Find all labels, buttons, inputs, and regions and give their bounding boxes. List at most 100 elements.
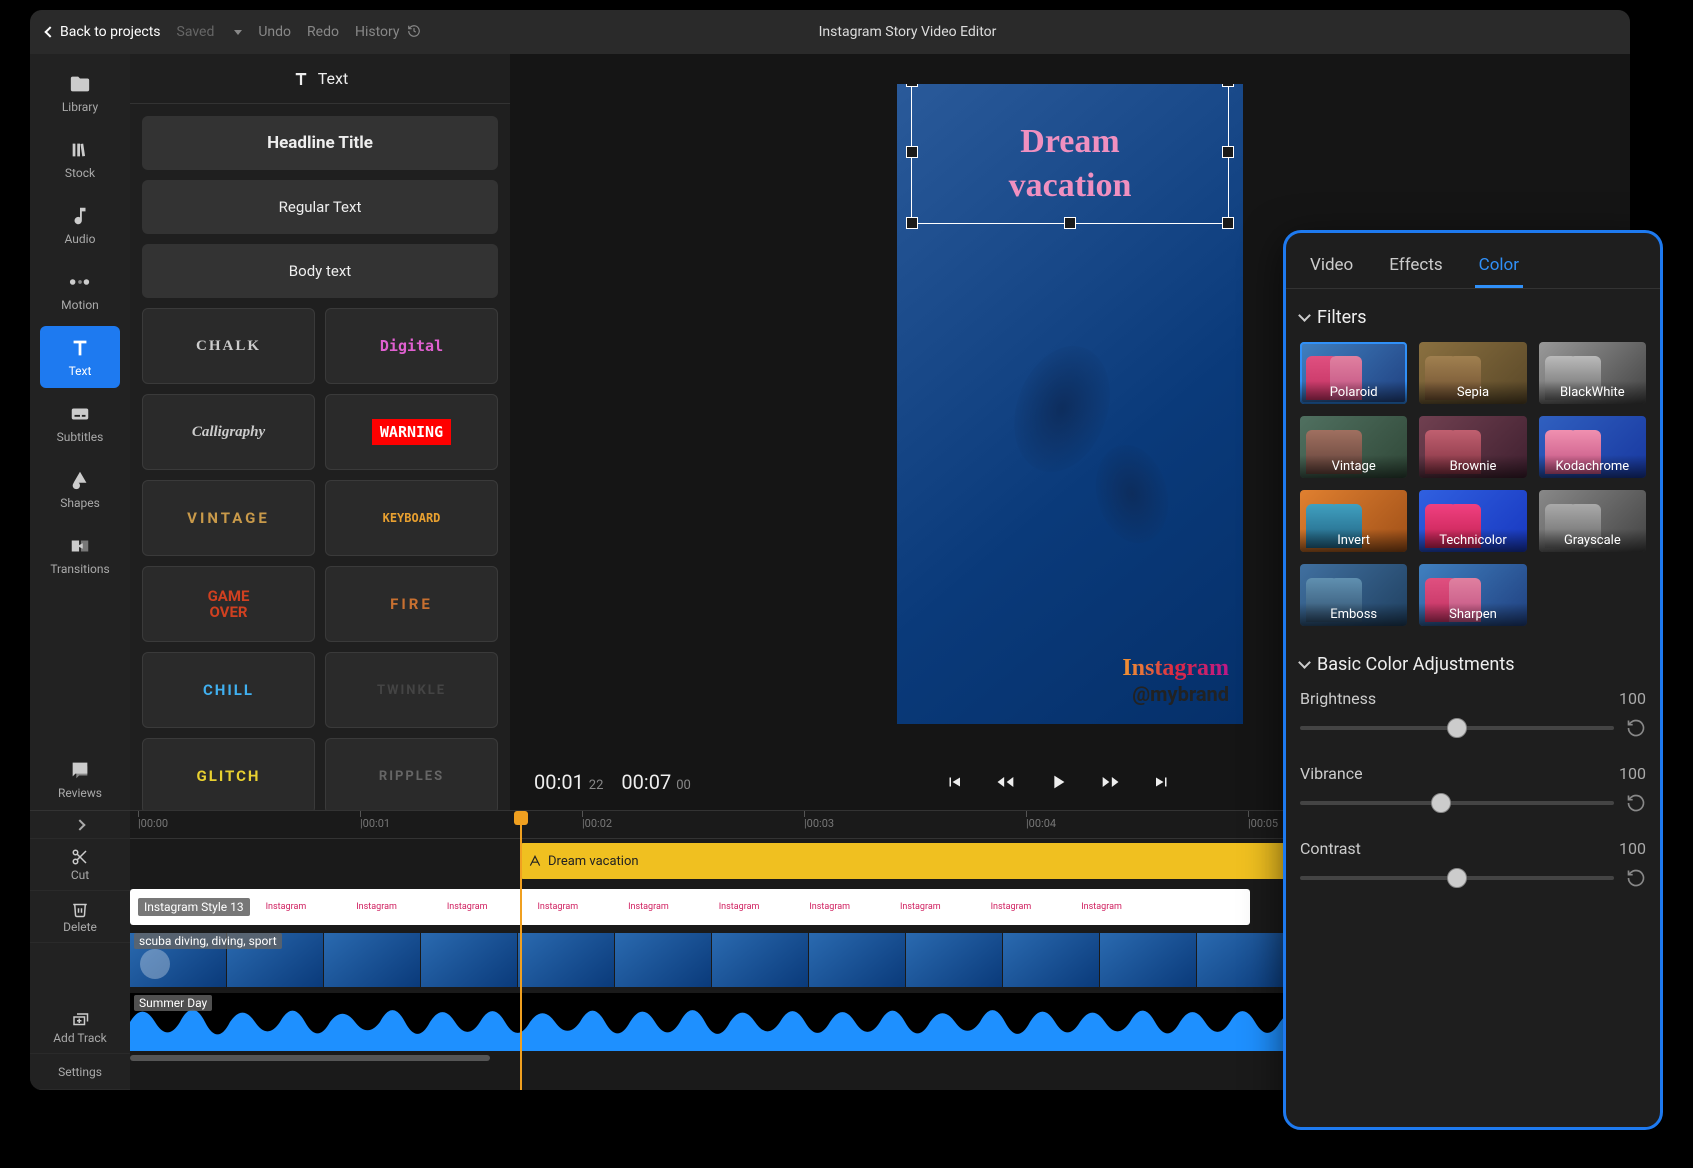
reset-icon[interactable]: [1626, 718, 1646, 738]
brightness-slider[interactable]: [1300, 726, 1614, 730]
resize-handle-tl[interactable]: [906, 84, 918, 87]
play-button[interactable]: [1047, 771, 1069, 793]
app-title: Instagram Story Video Editor: [437, 24, 1378, 40]
text-style-keyboard[interactable]: KEYBOARD: [325, 480, 498, 556]
contrast-slider[interactable]: [1300, 876, 1614, 880]
scrollbar-thumb[interactable]: [130, 1055, 490, 1061]
cut-button[interactable]: Cut: [30, 839, 130, 891]
text-style-gameover[interactable]: GAMEOVER: [142, 566, 315, 642]
playhead[interactable]: [520, 811, 522, 1090]
text-style-glitch[interactable]: GLITCH: [142, 738, 315, 810]
adjustments-title: Basic Color Adjustments: [1317, 654, 1515, 675]
ruler-tick: |00:02: [582, 817, 612, 830]
filter-kodachrome[interactable]: Kodachrome: [1539, 416, 1646, 478]
regular-text-button[interactable]: Regular Text: [142, 180, 498, 234]
rail-stock-label: Stock: [65, 166, 95, 180]
music-note-icon: [68, 204, 92, 228]
ruler-tick: |00:01: [360, 817, 390, 830]
slider-thumb[interactable]: [1431, 793, 1451, 813]
reset-icon[interactable]: [1626, 793, 1646, 813]
tab-effects[interactable]: Effects: [1385, 245, 1446, 288]
timeline-collapse-button[interactable]: [30, 811, 130, 839]
delete-button[interactable]: Delete: [30, 891, 130, 943]
vibrance-slider[interactable]: [1300, 801, 1614, 805]
back-to-projects-link[interactable]: Back to projects: [46, 24, 161, 40]
resize-handle-mr[interactable]: [1222, 146, 1234, 158]
filter-sepia[interactable]: Sepia: [1419, 342, 1526, 404]
filter-vintage[interactable]: Vintage: [1300, 416, 1407, 478]
text-style-warning[interactable]: WARNING: [325, 394, 498, 470]
selection-box[interactable]: [911, 84, 1229, 224]
add-track-button[interactable]: Add Track: [30, 1002, 130, 1054]
rail-text[interactable]: Text: [40, 326, 120, 388]
rail-transitions[interactable]: Transitions: [40, 524, 120, 586]
skip-end-button[interactable]: [1153, 773, 1171, 791]
plus-layers-icon: [71, 1011, 89, 1029]
undo-button[interactable]: Undo: [258, 24, 291, 40]
filter-polaroid[interactable]: Polaroid: [1300, 342, 1407, 404]
forward-button[interactable]: [1101, 772, 1121, 792]
filters-section-header[interactable]: Filters: [1300, 307, 1646, 328]
brightness-value: 100: [1619, 689, 1646, 708]
rail-reviews[interactable]: Reviews: [40, 748, 120, 810]
resize-handle-mb[interactable]: [1064, 217, 1076, 229]
video-clip[interactable]: [130, 933, 1294, 987]
rail-subtitles[interactable]: Subtitles: [40, 392, 120, 454]
resize-handle-br[interactable]: [1222, 217, 1234, 229]
history-button[interactable]: History: [355, 24, 421, 40]
text-style-calligraphy[interactable]: Calligraphy: [142, 394, 315, 470]
style-clip[interactable]: Instagram Style 13 InstagramInstagramIns…: [130, 889, 1250, 925]
filter-blackwhite[interactable]: BlackWhite: [1539, 342, 1646, 404]
adjustments-section-header[interactable]: Basic Color Adjustments: [1300, 654, 1646, 675]
tab-video[interactable]: Video: [1306, 245, 1357, 288]
rail-stock[interactable]: Stock: [40, 128, 120, 190]
filter-sharpen[interactable]: Sharpen: [1419, 564, 1526, 626]
text-style-fire[interactable]: FIRE: [325, 566, 498, 642]
text-panel-body[interactable]: Headline Title Regular Text Body text CH…: [130, 104, 510, 810]
filter-grayscale[interactable]: Grayscale: [1539, 490, 1646, 552]
rewind-button[interactable]: [995, 772, 1015, 792]
preview-video[interactable]: Dream vacation Instagram: [897, 84, 1243, 724]
redo-button[interactable]: Redo: [307, 24, 339, 40]
skip-start-button[interactable]: [945, 773, 963, 791]
scissors-icon: [71, 848, 89, 866]
timeline-tools: Cut Delete Add Track Settings: [30, 811, 130, 1090]
filter-brownie[interactable]: Brownie: [1419, 416, 1526, 478]
save-dropdown-icon[interactable]: [234, 30, 242, 35]
rail-library[interactable]: Library: [40, 62, 120, 124]
trash-icon: [71, 900, 89, 918]
text-style-chill[interactable]: CHILL: [142, 652, 315, 728]
filter-emboss[interactable]: Emboss: [1300, 564, 1407, 626]
tab-color[interactable]: Color: [1475, 245, 1523, 288]
reset-icon[interactable]: [1626, 868, 1646, 888]
text-style-digital[interactable]: Digital: [325, 308, 498, 384]
headline-text-button[interactable]: Headline Title: [142, 116, 498, 170]
text-style-chalk[interactable]: CHALK: [142, 308, 315, 384]
settings-button[interactable]: Settings: [30, 1054, 130, 1090]
text-clip-icon: [528, 854, 542, 868]
properties-body[interactable]: Filters Polaroid Sepia BlackWhite Vintag…: [1286, 289, 1660, 1127]
text-style-vintage[interactable]: VINTAGE: [142, 480, 315, 556]
rail-shapes[interactable]: Shapes: [40, 458, 120, 520]
text-style-ripples[interactable]: RIPPLES: [325, 738, 498, 810]
filter-invert[interactable]: Invert: [1300, 490, 1407, 552]
slider-thumb[interactable]: [1447, 868, 1467, 888]
filter-technicolor[interactable]: Technicolor: [1419, 490, 1526, 552]
brightness-row: Brightness 100: [1300, 689, 1646, 738]
resize-handle-tr[interactable]: [1222, 84, 1234, 87]
text-style-grid: CHALK Digital Calligraphy WARNING VINTAG…: [142, 308, 498, 810]
body-text-button[interactable]: Body text: [142, 244, 498, 298]
rail-motion[interactable]: Motion: [40, 260, 120, 322]
rail-shapes-label: Shapes: [60, 496, 100, 510]
contrast-row: Contrast 100: [1300, 839, 1646, 888]
slider-thumb[interactable]: [1447, 718, 1467, 738]
resize-handle-ml[interactable]: [906, 146, 918, 158]
rail-audio[interactable]: Audio: [40, 194, 120, 256]
chevron-down-icon: [1298, 309, 1311, 322]
vibrance-label: Vibrance: [1300, 764, 1363, 783]
vibrance-value: 100: [1619, 764, 1646, 783]
ruler-tick: |00:03: [804, 817, 834, 830]
rail-library-label: Library: [62, 100, 98, 114]
text-style-twinkle[interactable]: TWINKLE: [325, 652, 498, 728]
resize-handle-bl[interactable]: [906, 217, 918, 229]
